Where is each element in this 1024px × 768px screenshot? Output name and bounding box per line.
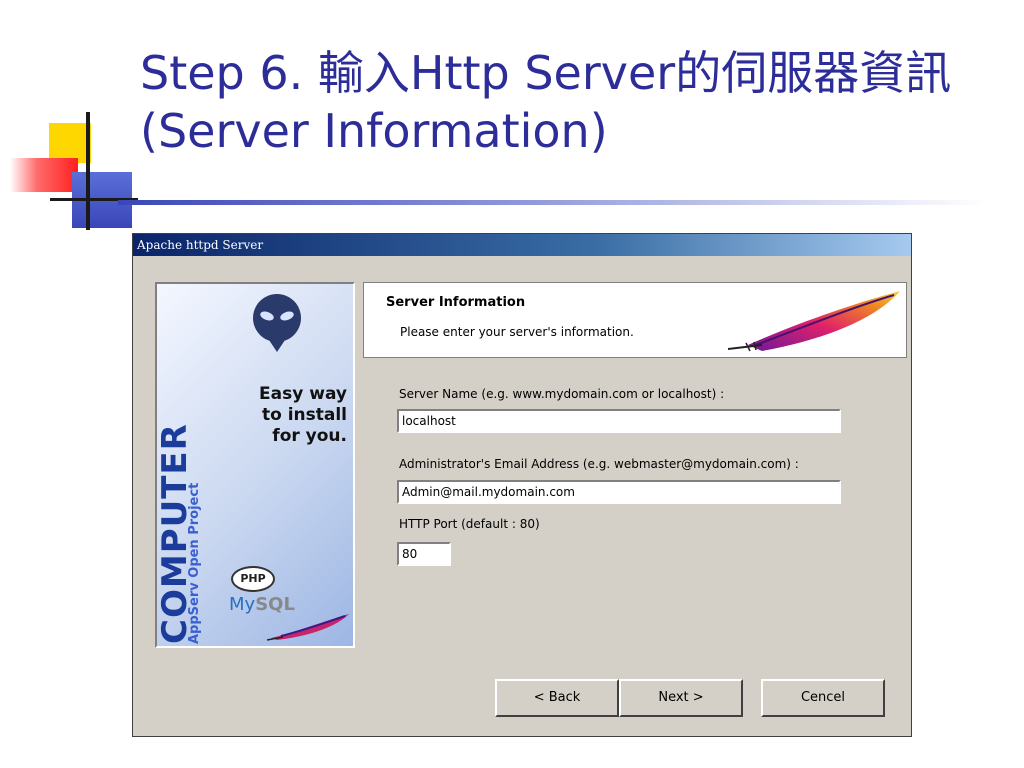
slide-title: Step 6. 輸入Http Server的伺服器資訊(Server Infor… [140,46,952,158]
tagline-line: Easy way [259,384,347,404]
email-label: Administrator's Email Address (e.g. webm… [399,457,799,471]
mysql-logo-part: My [229,594,256,615]
header-subtitle: Please enter your server's information. [400,325,634,339]
header-panel: Server Information Please enter your ser… [363,282,907,358]
feather-icon [267,614,349,641]
installer-window: Apache httpd Server COMPUTER AppServ Ope… [132,233,912,737]
side-banner: COMPUTER AppServ Open Project Easy way t… [155,282,355,648]
decorative-red-bar [10,158,78,192]
decorative-yellow-square [49,123,91,163]
server-name-label: Server Name (e.g. www.mydomain.com or lo… [399,387,725,401]
tagline-line: for you. [272,426,347,446]
side-subtitle: AppServ Open Project [187,482,202,644]
alien-icon [253,294,301,352]
feather-icon [728,291,900,352]
cancel-button[interactable]: Cencel [761,679,885,717]
decorative-vertical-line [86,112,90,230]
header-title: Server Information [386,295,526,310]
side-tagline: Easy way to install for you. [259,384,347,447]
email-input[interactable]: Admin@mail.mydomain.com [397,480,841,504]
window-titlebar[interactable]: Apache httpd Server [133,234,911,256]
title-underline-rule [118,200,988,205]
port-input[interactable]: 80 [397,542,451,566]
php-logo: PHP [231,566,275,592]
tagline-line: to install [261,405,347,425]
server-name-input[interactable]: localhost [397,409,841,433]
next-button[interactable]: Next > [619,679,743,717]
port-label: HTTP Port (default : 80) [399,517,540,531]
back-button[interactable]: < Back [495,679,619,717]
